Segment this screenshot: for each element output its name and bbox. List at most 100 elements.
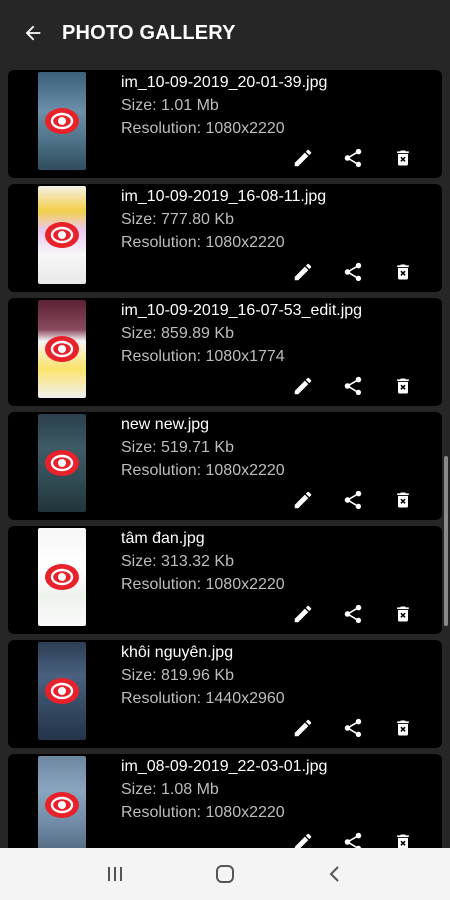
edit-button[interactable] <box>278 374 328 398</box>
file-name: new new.jpg <box>121 416 210 433</box>
share-icon <box>344 718 362 738</box>
file-resolution: Resolution: 1440x2960 <box>121 690 285 707</box>
pencil-icon <box>294 833 312 848</box>
file-resolution: Resolution: 1080x2220 <box>121 804 285 821</box>
file-size: Size: 313.32 Kb <box>121 553 234 570</box>
delete-button[interactable] <box>378 146 428 170</box>
file-size: Size: 1.08 Mb <box>121 781 219 798</box>
home-button[interactable] <box>205 854 245 894</box>
share-icon <box>344 604 362 624</box>
card-actions <box>278 602 428 626</box>
eye-icon <box>45 222 79 248</box>
photo-thumbnail[interactable] <box>38 642 86 740</box>
arrow-back-icon <box>25 25 41 41</box>
card-actions <box>278 146 428 170</box>
share-button[interactable] <box>328 602 378 626</box>
share-button[interactable] <box>328 488 378 512</box>
pencil-icon <box>294 491 312 509</box>
trash-icon <box>397 492 409 508</box>
delete-button[interactable] <box>378 602 428 626</box>
trash-icon <box>397 378 409 394</box>
delete-button[interactable] <box>378 374 428 398</box>
photo-thumbnail[interactable] <box>38 186 86 284</box>
page-title: PHOTO GALLERY <box>62 21 236 44</box>
file-resolution: Resolution: 1080x2220 <box>121 234 285 251</box>
file-name: im_10-09-2019_16-08-11.jpg <box>121 188 327 205</box>
trash-icon <box>397 720 409 736</box>
eye-icon <box>45 108 79 134</box>
file-name: khôi nguyên.jpg <box>121 644 234 661</box>
file-size: Size: 1.01 Mb <box>121 97 219 114</box>
delete-button[interactable] <box>378 830 428 848</box>
delete-button[interactable] <box>378 716 428 740</box>
pencil-icon <box>294 263 312 281</box>
edit-button[interactable] <box>278 488 328 512</box>
app-bar: PHOTO GALLERY <box>0 0 450 66</box>
share-button[interactable] <box>328 374 378 398</box>
file-resolution: Resolution: 1080x2220 <box>121 120 285 137</box>
home-icon <box>216 865 234 883</box>
photo-card[interactable]: im_10-09-2019_16-08-11.jpg Size: 777.80 … <box>8 184 442 292</box>
share-icon <box>344 832 362 848</box>
back-button[interactable] <box>16 16 50 50</box>
edit-button[interactable] <box>278 260 328 284</box>
recents-icon <box>108 867 122 881</box>
delete-button[interactable] <box>378 488 428 512</box>
photo-card[interactable]: im_08-09-2019_22-03-01.jpg Size: 1.08 Mb… <box>8 754 442 848</box>
photo-thumbnail[interactable] <box>38 72 86 170</box>
photo-thumbnail[interactable] <box>38 528 86 626</box>
card-actions <box>278 830 428 848</box>
photo-card[interactable]: im_10-09-2019_20-01-39.jpg Size: 1.01 Mb… <box>8 70 442 178</box>
eye-icon <box>45 564 79 590</box>
nav-back-icon <box>329 866 339 882</box>
file-name: im_10-09-2019_20-01-39.jpg <box>121 74 328 91</box>
card-actions <box>278 488 428 512</box>
photo-card[interactable]: tâm đan.jpg Size: 313.32 Kb Resolution: … <box>8 526 442 634</box>
file-name: im_10-09-2019_16-07-53_edit.jpg <box>121 302 363 319</box>
share-icon <box>344 490 362 510</box>
system-nav-bar <box>0 848 450 900</box>
pencil-icon <box>294 719 312 737</box>
trash-icon <box>397 150 409 166</box>
photo-card[interactable]: khôi nguyên.jpg Size: 819.96 Kb Resoluti… <box>8 640 442 748</box>
trash-icon <box>397 606 409 622</box>
eye-icon <box>45 336 79 362</box>
file-name: im_08-09-2019_22-03-01.jpg <box>121 758 328 775</box>
scrollbar[interactable] <box>444 456 448 626</box>
photo-thumbnail[interactable] <box>38 414 86 512</box>
pencil-icon <box>294 149 312 167</box>
edit-button[interactable] <box>278 716 328 740</box>
share-icon <box>344 262 362 282</box>
share-icon <box>344 376 362 396</box>
share-button[interactable] <box>328 830 378 848</box>
photo-thumbnail[interactable] <box>38 300 86 398</box>
file-resolution: Resolution: 1080x2220 <box>121 462 285 479</box>
file-size: Size: 777.80 Kb <box>121 211 234 228</box>
file-size: Size: 819.96 Kb <box>121 667 234 684</box>
recents-button[interactable] <box>95 854 135 894</box>
file-size: Size: 859.89 Kb <box>121 325 234 342</box>
pencil-icon <box>294 377 312 395</box>
share-button[interactable] <box>328 716 378 740</box>
card-actions <box>278 716 428 740</box>
edit-button[interactable] <box>278 146 328 170</box>
nav-back-button[interactable] <box>315 854 355 894</box>
photo-thumbnail[interactable] <box>38 756 86 848</box>
photo-list[interactable]: im_10-09-2019_20-01-39.jpg Size: 1.01 Mb… <box>0 66 450 848</box>
eye-icon <box>45 792 79 818</box>
photo-card[interactable]: im_10-09-2019_16-07-53_edit.jpg Size: 85… <box>8 298 442 406</box>
edit-button[interactable] <box>278 830 328 848</box>
eye-icon <box>45 678 79 704</box>
file-name: tâm đan.jpg <box>121 530 205 547</box>
card-actions <box>278 374 428 398</box>
photo-card[interactable]: new new.jpg Size: 519.71 Kb Resolution: … <box>8 412 442 520</box>
trash-icon <box>397 834 409 848</box>
file-resolution: Resolution: 1080x2220 <box>121 576 285 593</box>
share-button[interactable] <box>328 260 378 284</box>
eye-icon <box>45 450 79 476</box>
share-button[interactable] <box>328 146 378 170</box>
share-icon <box>344 148 362 168</box>
edit-button[interactable] <box>278 602 328 626</box>
file-size: Size: 519.71 Kb <box>121 439 234 456</box>
delete-button[interactable] <box>378 260 428 284</box>
